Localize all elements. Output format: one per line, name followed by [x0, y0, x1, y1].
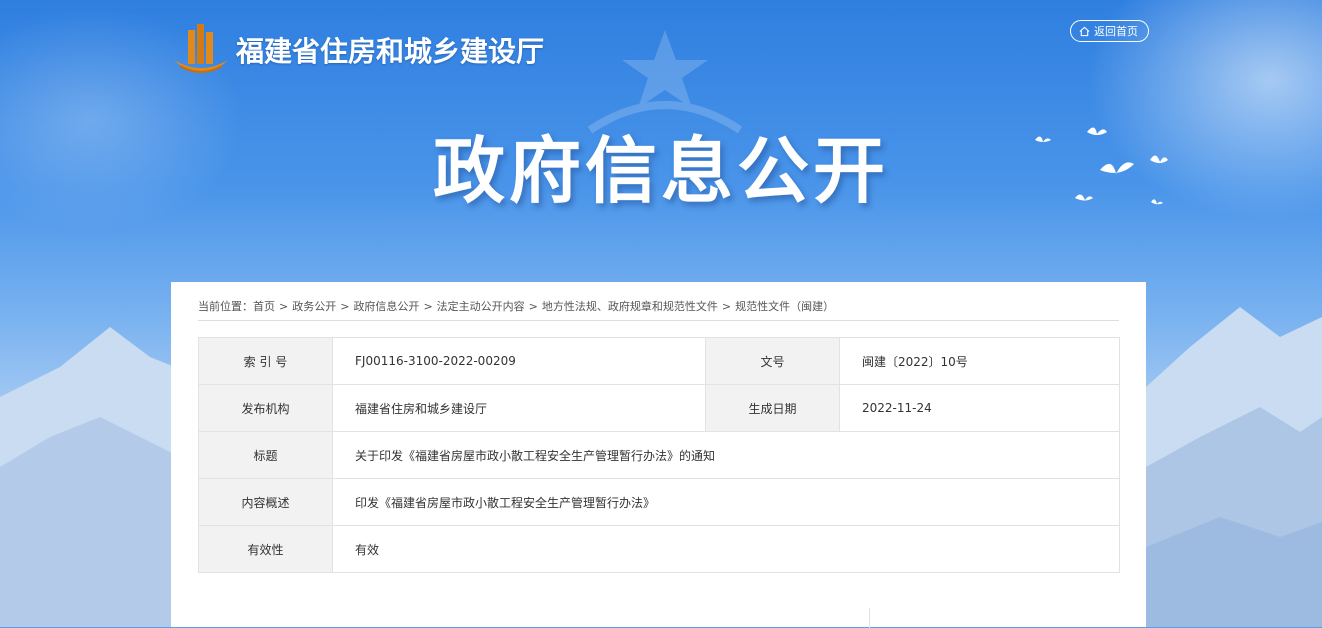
breadcrumb-home[interactable]: 首页 [253, 300, 275, 313]
breadcrumb-separator: > [423, 300, 433, 313]
title-label: 标题 [198, 431, 333, 479]
breadcrumb-normative-docs[interactable]: 规范性文件（闽建） [735, 300, 834, 313]
doves-icon [1035, 127, 1168, 205]
breadcrumb: 当前位置：首页 > 政务公开 > 政府信息公开 > 法定主动公开内容 > 地方性法规、政府规章和… [198, 298, 1119, 321]
table-row: 发布机构 福建省住房和城乡建设厅 生成日期 2022-11-24 [198, 384, 1120, 432]
title-value: 关于印发《福建省房屋市政小散工程安全生产管理暂行办法》的通知 [332, 431, 1120, 479]
index-number-value: FJ00116-3100-2022-00209 [332, 337, 706, 385]
site-logo[interactable]: 福建省住房和城乡建设厅 [170, 20, 544, 80]
breadcrumb-gov-affairs[interactable]: 政务公开 [292, 300, 336, 313]
breadcrumb-prefix: 当前位置： [198, 300, 253, 313]
table-row: 索 引 号 FJ00116-3100-2022-00209 文号 闽建〔2022… [198, 337, 1120, 385]
validity-value: 有效 [332, 525, 1120, 573]
breadcrumb-separator: > [340, 300, 350, 313]
index-number-label: 索 引 号 [198, 337, 333, 385]
breadcrumb-separator: > [528, 300, 538, 313]
site-title: 福建省住房和城乡建设厅 [236, 35, 545, 68]
table-row: 内容概述 印发《福建省房屋市政小散工程安全生产管理暂行办法》 [198, 478, 1120, 526]
date-label: 生成日期 [705, 384, 840, 432]
breadcrumb-regulations[interactable]: 地方性法规、政府规章和规范性文件 [542, 300, 718, 313]
document-number-label: 文号 [705, 337, 840, 385]
date-value: 2022-11-24 [839, 384, 1120, 432]
table-row: 标题 关于印发《福建省房屋市政小散工程安全生产管理暂行办法》的通知 [198, 431, 1120, 479]
building-pillars-logo-icon [174, 24, 228, 73]
home-icon [1079, 26, 1090, 36]
summary-label: 内容概述 [198, 478, 333, 526]
breadcrumb-separator: > [721, 300, 732, 313]
table-row: 有效性 有效 [198, 525, 1120, 573]
document-info-table: 索 引 号 FJ00116-3100-2022-00209 文号 闽建〔2022… [198, 337, 1120, 573]
back-home-button[interactable]: 返回首页 [1070, 20, 1149, 42]
divider [869, 608, 870, 628]
content-panel: 当前位置：首页 > 政务公开 > 政府信息公开 > 法定主动公开内容 > 地方性法规、政府规章和… [171, 282, 1146, 628]
summary-value: 印发《福建省房屋市政小散工程安全生产管理暂行办法》 [332, 478, 1120, 526]
breadcrumb-gov-info[interactable]: 政府信息公开 [353, 300, 419, 313]
document-number-value: 闽建〔2022〕10号 [839, 337, 1120, 385]
publisher-label: 发布机构 [198, 384, 333, 432]
validity-label: 有效性 [198, 525, 333, 573]
breadcrumb-statutory-content[interactable]: 法定主动公开内容 [437, 300, 525, 313]
back-home-label: 返回首页 [1094, 25, 1138, 38]
publisher-value: 福建省住房和城乡建设厅 [332, 384, 706, 432]
breadcrumb-separator: > [279, 300, 289, 313]
